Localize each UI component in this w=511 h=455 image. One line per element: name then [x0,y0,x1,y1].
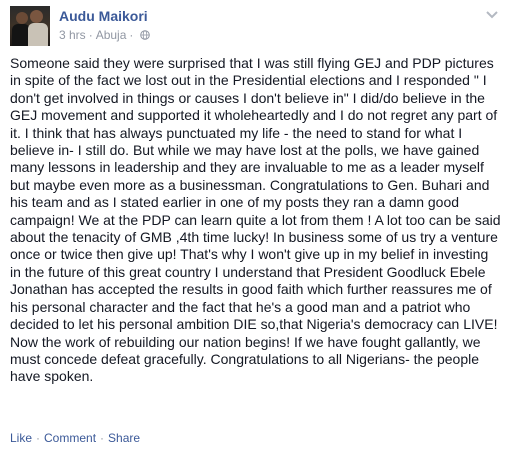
globe-icon[interactable] [140,30,151,40]
action-separator-2: · [100,431,105,445]
avatar-person-2 [30,10,43,23]
chevron-down-icon[interactable] [485,10,499,20]
post-text: Someone said they were surprised that I … [10,55,501,385]
author-name[interactable]: Audu Maikori [59,8,148,24]
share-button[interactable]: Share [108,431,140,445]
post-location[interactable]: Abuja [96,28,127,42]
post-header: Audu Maikori 3 hrs · Abuja · [10,6,501,46]
action-separator: · [36,431,41,445]
meta-separator-2: · [129,28,134,42]
post-time[interactable]: 3 hrs [59,28,86,42]
avatar[interactable] [10,6,50,46]
meta-separator: · [88,28,93,42]
facebook-post: Audu Maikori 3 hrs · Abuja · Someone sai… [0,0,511,455]
comment-button[interactable]: Comment [44,431,96,445]
avatar-body-2 [28,23,48,46]
post-meta: 3 hrs · Abuja · [59,28,151,42]
avatar-person-1 [16,12,28,24]
like-button[interactable]: Like [10,431,32,445]
post-actions: Like · Comment · Share [10,431,140,445]
